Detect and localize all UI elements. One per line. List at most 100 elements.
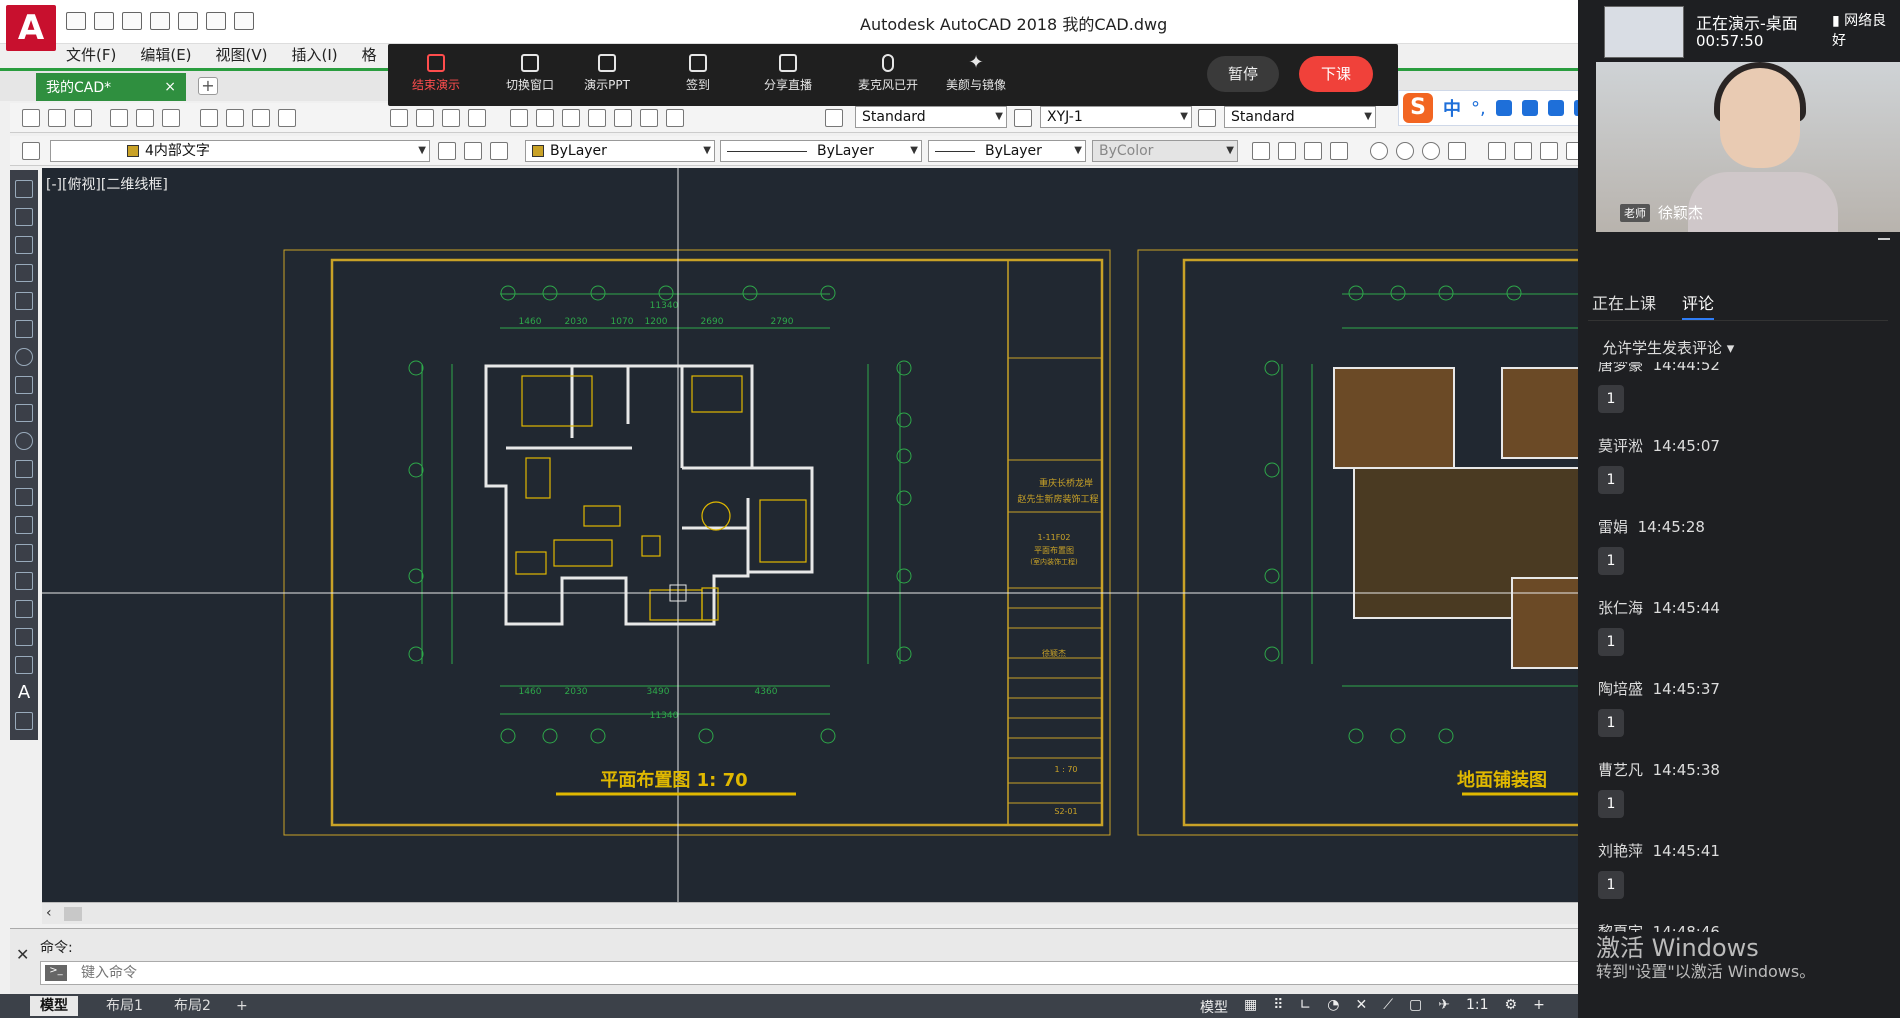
teacher-video[interactable]: 老师 徐颖杰 xyxy=(1596,62,1900,232)
close-icon[interactable]: ✕ xyxy=(16,945,29,964)
tool-palettes-icon[interactable] xyxy=(562,109,580,127)
switch-window-button[interactable]: 切换窗口 xyxy=(490,54,570,93)
layer-previous-icon[interactable] xyxy=(464,142,482,160)
new-tab-button[interactable]: + xyxy=(198,77,218,95)
circle-icon[interactable] xyxy=(15,348,33,366)
microphone-button[interactable]: 麦克风已开 xyxy=(848,54,928,93)
presentation-thumbnail[interactable] xyxy=(1604,6,1684,58)
hatch-icon[interactable] xyxy=(15,572,33,590)
sheet-set-icon[interactable] xyxy=(588,109,606,127)
zoom-window-icon[interactable] xyxy=(442,109,460,127)
table-style-icon[interactable] xyxy=(1198,109,1216,127)
transparency-icon[interactable]: ▢ xyxy=(1409,997,1422,1017)
preview-icon[interactable] xyxy=(136,109,154,127)
open-file-icon[interactable] xyxy=(94,12,114,30)
menu-file[interactable]: 文件(F) xyxy=(66,44,116,68)
multiline-text-icon[interactable]: A xyxy=(15,684,33,702)
punctuation-icon[interactable]: °, xyxy=(1471,98,1486,119)
save-icon[interactable] xyxy=(122,12,142,30)
scroll-thumb[interactable] xyxy=(64,907,82,921)
add-layout-button[interactable]: + xyxy=(226,996,258,1016)
dim-angular-icon[interactable] xyxy=(1448,142,1466,160)
keyboard-icon[interactable] xyxy=(1521,100,1538,116)
beauty-mirror-button[interactable]: ✦ 美颜与镜像 xyxy=(936,54,1016,93)
zoom-realtime-icon[interactable] xyxy=(416,109,434,127)
rectangle-icon[interactable] xyxy=(15,292,33,310)
voice-icon[interactable] xyxy=(1495,100,1512,116)
tab-layout2[interactable]: 布局2 xyxy=(164,996,221,1016)
plus-icon[interactable]: + xyxy=(1533,997,1545,1017)
horizontal-scrollbar[interactable]: ‹ xyxy=(42,902,1595,924)
dim-linear-icon[interactable] xyxy=(1252,142,1270,160)
layer-state-icon[interactable] xyxy=(490,142,508,160)
annotation-scale[interactable]: 1:1 xyxy=(1466,997,1489,1017)
line-icon[interactable] xyxy=(15,180,33,198)
gradient-icon[interactable] xyxy=(15,600,33,618)
new-file-icon[interactable] xyxy=(66,12,86,30)
copy-icon[interactable] xyxy=(226,109,244,127)
sign-in-button[interactable]: 签到 xyxy=(658,54,738,93)
tab-comments[interactable]: 评论 xyxy=(1682,290,1715,321)
sogou-logo[interactable]: S xyxy=(1403,93,1433,123)
save-icon[interactable] xyxy=(74,109,92,127)
osnap-icon[interactable]: ✕ xyxy=(1355,997,1367,1017)
cut-icon[interactable] xyxy=(200,109,218,127)
print-icon[interactable] xyxy=(110,109,128,127)
menu-format[interactable]: 格 xyxy=(362,44,377,68)
help-icon[interactable] xyxy=(666,109,684,127)
linetype-select[interactable]: ByLayer ▼ xyxy=(720,140,922,162)
dim-diameter-icon[interactable] xyxy=(1422,142,1440,160)
ellipse-arc-icon[interactable] xyxy=(15,460,33,478)
command-prompt-icon[interactable]: >_ xyxy=(45,965,67,981)
quick-dim-icon[interactable] xyxy=(1488,142,1506,160)
file-tab-mycad[interactable]: 我的CAD* × xyxy=(36,73,186,101)
paste-icon[interactable] xyxy=(252,109,270,127)
ortho-icon[interactable]: ∟ xyxy=(1300,997,1312,1017)
pause-button[interactable]: 暂停 xyxy=(1207,56,1279,92)
qnew-icon[interactable] xyxy=(22,109,40,127)
layer-select[interactable]: 4内部文字 ▼ xyxy=(50,140,430,162)
polygon-icon[interactable] xyxy=(15,264,33,282)
dim-continue-icon[interactable] xyxy=(1540,142,1558,160)
close-icon[interactable]: × xyxy=(164,79,176,95)
menu-view[interactable]: 视图(V) xyxy=(216,44,268,68)
layer-properties-icon[interactable] xyxy=(22,142,40,160)
insert-block-icon[interactable] xyxy=(15,488,33,506)
arc-icon[interactable] xyxy=(15,320,33,338)
add-selected-icon[interactable] xyxy=(15,712,33,730)
drawing-canvas[interactable]: [-][俯视][二维线框] 重庆长桥龙岸 赵先生新房装饰工程 1-11F02 平… xyxy=(42,168,1595,902)
text-style-icon[interactable] xyxy=(825,109,843,127)
skin-icon[interactable] xyxy=(1547,100,1564,116)
polar-icon[interactable]: ◔ xyxy=(1327,997,1339,1017)
region-icon[interactable] xyxy=(15,628,33,646)
minimize-icon[interactable] xyxy=(1878,238,1890,240)
dim-baseline-icon[interactable] xyxy=(1514,142,1532,160)
annotation-scale-icon[interactable]: ✈ xyxy=(1438,997,1450,1017)
table-style-select[interactable]: Standard ▼ xyxy=(1224,106,1376,128)
undo-icon[interactable] xyxy=(206,12,226,30)
ime-mode[interactable]: 中 xyxy=(1443,95,1461,121)
end-class-button[interactable]: 下课 xyxy=(1299,56,1373,92)
model-space-toggle[interactable]: 模型 xyxy=(1200,997,1228,1017)
allow-comments-dropdown[interactable]: 允许学生发表评论 ▾ xyxy=(1602,337,1734,358)
dim-arc-icon[interactable] xyxy=(1304,142,1322,160)
dim-ordinate-icon[interactable] xyxy=(1330,142,1348,160)
zoom-previous-icon[interactable] xyxy=(468,109,486,127)
scroll-left-icon[interactable]: ‹ xyxy=(46,905,52,921)
dim-style-select[interactable]: XYJ-1 ▼ xyxy=(1040,106,1192,128)
dim-radius-icon[interactable] xyxy=(1370,142,1388,160)
ellipse-icon[interactable] xyxy=(15,432,33,450)
design-center-icon[interactable] xyxy=(536,109,554,127)
color-select[interactable]: ByLayer ▼ xyxy=(525,140,715,162)
present-ppt-button[interactable]: 演示PPT xyxy=(567,54,647,93)
markup-icon[interactable] xyxy=(614,109,632,127)
publish-icon[interactable] xyxy=(162,109,180,127)
menu-insert[interactable]: 插入(I) xyxy=(292,44,338,68)
settings-icon[interactable]: ⚙ xyxy=(1505,997,1518,1017)
autocad-logo-button[interactable]: A xyxy=(6,5,56,51)
dim-jogged-icon[interactable] xyxy=(1396,142,1414,160)
share-live-button[interactable]: 分享直播 xyxy=(748,54,828,93)
revision-cloud-icon[interactable] xyxy=(15,376,33,394)
dim-style-icon[interactable] xyxy=(1014,109,1032,127)
lineweight-select[interactable]: ByLayer ▼ xyxy=(928,140,1086,162)
